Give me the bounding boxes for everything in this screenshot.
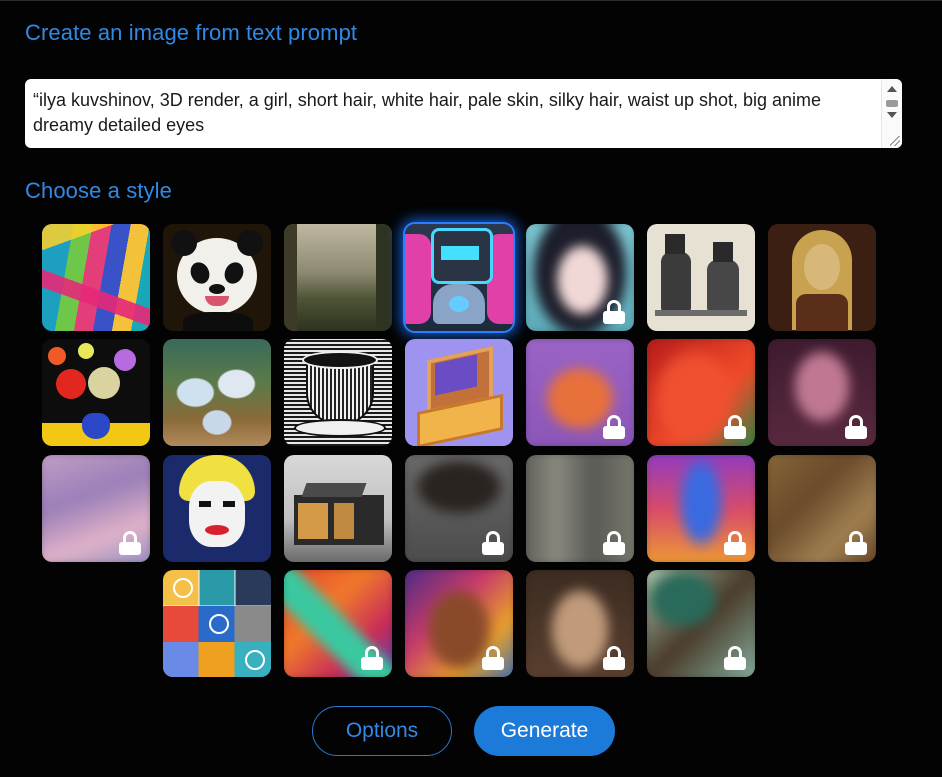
style-thumbnail-image xyxy=(405,224,513,331)
style-tile-pastel-clouds[interactable] xyxy=(42,455,150,562)
style-thumbnail-image xyxy=(768,224,876,331)
style-thumbnail-image xyxy=(284,224,392,331)
style-tile-woodcut-cup[interactable] xyxy=(284,339,392,446)
scroll-up-arrow-icon[interactable] xyxy=(887,86,897,92)
style-thumbnail-image xyxy=(163,339,271,446)
style-thumbnail-image xyxy=(163,570,271,677)
style-tile-renaissance-portrait[interactable] xyxy=(768,224,876,331)
resize-grip-icon[interactable] xyxy=(890,136,900,146)
style-tile-neon-glowing-face[interactable] xyxy=(647,339,755,446)
lock-icon xyxy=(482,646,504,670)
style-tile-anime-woman-portrait[interactable] xyxy=(526,224,634,331)
style-tile-low-poly-fox[interactable] xyxy=(526,339,634,446)
top-divider xyxy=(0,0,942,1)
lock-icon xyxy=(603,300,625,324)
generate-button[interactable]: Generate xyxy=(474,706,615,756)
lock-icon xyxy=(482,531,504,555)
style-tile-misty-forest-landscape[interactable] xyxy=(284,224,392,331)
lock-icon xyxy=(845,415,867,439)
style-thumbnail-image xyxy=(284,339,392,446)
style-tile-neon-robot[interactable] xyxy=(405,224,513,331)
style-thumbnail-image xyxy=(163,455,271,562)
style-tile-dark-rock[interactable] xyxy=(405,455,513,562)
choose-style-heading: Choose a style xyxy=(25,178,172,203)
style-tile-psychedelic-rabbit[interactable] xyxy=(647,455,755,562)
lock-icon xyxy=(724,646,746,670)
style-tile-colorful-dragon[interactable] xyxy=(284,570,392,677)
create-image-heading: Create an image from text prompt xyxy=(25,20,358,45)
scroll-down-arrow-icon[interactable] xyxy=(887,112,897,118)
style-tile-teal-tree-painting[interactable] xyxy=(647,570,755,677)
style-tile-victorian-sketch[interactable] xyxy=(647,224,755,331)
style-thumbnail-image xyxy=(405,339,513,446)
lock-icon xyxy=(119,531,141,555)
style-thumbnail-image xyxy=(163,224,271,331)
style-thumbnail-image xyxy=(284,455,392,562)
scroll-thumb[interactable] xyxy=(886,100,898,107)
style-tile-pink-woman-portrait[interactable] xyxy=(768,339,876,446)
lock-icon xyxy=(603,646,625,670)
style-thumbnail-image xyxy=(42,339,150,446)
style-thumbnail-image xyxy=(647,224,755,331)
lock-icon xyxy=(361,646,383,670)
style-tile-fantasy-face[interactable] xyxy=(526,570,634,677)
prompt-scrollbar[interactable] xyxy=(881,79,902,148)
style-tile-flower-vase-painting[interactable] xyxy=(42,339,150,446)
lock-icon xyxy=(845,531,867,555)
lock-icon xyxy=(724,415,746,439)
prompt-text[interactable]: “ilya kuvshinov, 3D render, a girl, shor… xyxy=(33,88,873,138)
style-tile-pop-art-portrait[interactable] xyxy=(163,455,271,562)
lock-icon xyxy=(724,531,746,555)
style-tile-mosaic-face[interactable] xyxy=(405,570,513,677)
style-tile-abstract-colorful-paint[interactable] xyxy=(42,224,150,331)
style-tile-sepia-painting[interactable] xyxy=(768,455,876,562)
prompt-textarea[interactable]: “ilya kuvshinov, 3D render, a girl, shor… xyxy=(25,79,902,148)
lock-icon xyxy=(603,531,625,555)
style-tile-icon-grid[interactable] xyxy=(163,570,271,677)
options-button[interactable]: Options xyxy=(312,706,452,756)
style-tile-panda-portrait[interactable] xyxy=(163,224,271,331)
style-tile-grey-interior[interactable] xyxy=(526,455,634,562)
style-tile-ballet-dancers-painting[interactable] xyxy=(163,339,271,446)
style-tile-modern-architecture[interactable] xyxy=(284,455,392,562)
style-tile-isometric-computer[interactable] xyxy=(405,339,513,446)
style-thumbnail-image xyxy=(42,224,150,331)
lock-icon xyxy=(603,415,625,439)
